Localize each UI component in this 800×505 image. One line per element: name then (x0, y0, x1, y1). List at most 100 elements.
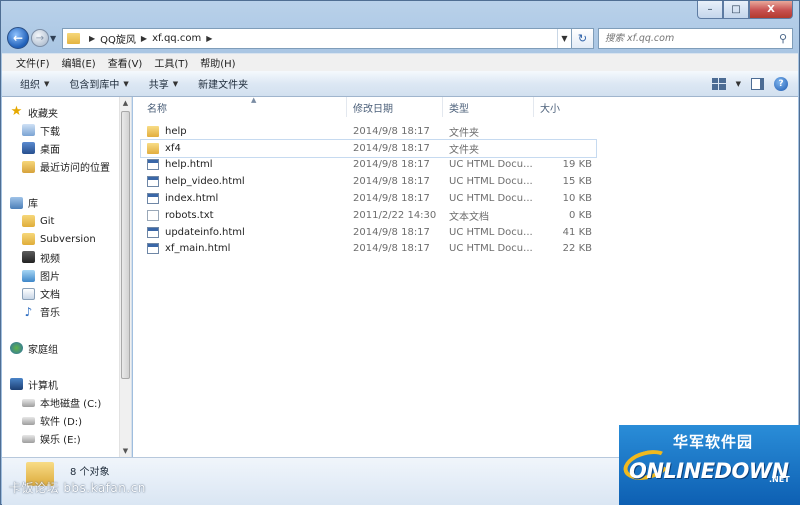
nav-drive-c[interactable]: 本地磁盘 (C:) (2, 393, 120, 411)
refresh-button[interactable]: ↻ (572, 27, 594, 49)
chevron-down-icon: ▼ (44, 79, 50, 88)
column-header-name[interactable]: 名称 (141, 97, 347, 117)
file-row[interactable]: xf_main.html 2014/9/8 18:17 UC HTML Docu..… (141, 241, 596, 258)
column-header-size[interactable]: 大小 (534, 97, 596, 117)
address-history-dropdown[interactable]: ▼ (557, 28, 571, 48)
column-header-date[interactable]: 修改日期 (347, 97, 443, 117)
new-folder-button[interactable]: 新建文件夹 (188, 76, 258, 91)
scrollbar-thumb[interactable] (121, 111, 130, 379)
search-input[interactable] (605, 32, 774, 44)
menu-tools[interactable]: 工具(T) (148, 55, 194, 70)
item-count: 8 个对象 (70, 467, 110, 478)
new-folder-label: 新建文件夹 (198, 80, 249, 91)
nav-label: 最近访问的位置 (40, 163, 110, 175)
nav-label: 软件 (D:) (40, 417, 83, 429)
nav-git[interactable]: Git (2, 212, 120, 230)
search-icon[interactable]: ⚲ (774, 32, 792, 45)
drive-icon (22, 398, 35, 407)
library-icon (10, 196, 23, 209)
html-file-icon (147, 159, 159, 171)
chevron-right-icon[interactable]: ▶ (206, 34, 212, 43)
file-name: robots.txt (165, 209, 214, 221)
file-name: xf4 (165, 142, 181, 154)
file-size: 41 KB (562, 226, 592, 238)
preview-pane-icon[interactable] (751, 77, 764, 90)
file-type: 文件夹 (449, 127, 479, 139)
help-icon[interactable]: ? (774, 76, 788, 91)
file-name: help (165, 125, 187, 137)
nav-label: 娱乐 (E:) (40, 435, 81, 447)
nav-pictures[interactable]: 图片 (2, 267, 120, 285)
nav-label: 收藏夹 (28, 108, 58, 120)
file-name: help.html (165, 159, 213, 171)
document-icon (22, 287, 35, 300)
refresh-icon: ↻ (577, 31, 588, 45)
nav-label: 视频 (40, 253, 60, 265)
nav-documents[interactable]: 文档 (2, 285, 120, 303)
downloads-folder-icon (22, 124, 35, 137)
nav-drive-e[interactable]: 娱乐 (E:) (2, 430, 120, 448)
nav-music[interactable]: ♪ 音乐 (2, 303, 120, 321)
chevron-right-icon[interactable]: ▶ (89, 34, 95, 43)
explorer-window: – □ X ← → ▼ ▶ QQ旋风 ▶ xf.qq.com ▶ ▼ ↻ ⚲ 文… (0, 0, 800, 505)
file-row[interactable]: help.html 2014/9/8 18:17 UC HTML Docu... 19… (141, 157, 596, 174)
file-row[interactable]: help 2014/9/8 18:17 文件夹 (141, 123, 596, 140)
video-icon (22, 251, 35, 264)
file-date: 2014/9/8 18:17 (353, 142, 430, 154)
maximize-button[interactable]: □ (723, 1, 749, 19)
homegroup-icon (10, 342, 23, 355)
breadcrumb-xf-qq-com[interactable]: xf.qq.com (152, 33, 201, 44)
file-name: updateinfo.html (165, 226, 245, 238)
nav-drive-d[interactable]: 软件 (D:) (2, 412, 120, 430)
nav-desktop[interactable]: 桌面 (2, 139, 120, 157)
nav-videos[interactable]: 视频 (2, 248, 120, 266)
menu-file[interactable]: 文件(F) (10, 55, 56, 70)
breadcrumb-qqxuanfeng[interactable]: QQ旋风 (100, 31, 136, 46)
menu-help[interactable]: 帮助(H) (194, 55, 241, 70)
forward-button[interactable]: → (31, 29, 49, 47)
file-size: 15 KB (562, 176, 592, 188)
share-button[interactable]: 共享 ▼ (139, 76, 188, 92)
address-bar[interactable]: ▶ QQ旋风 ▶ xf.qq.com ▶ ▼ (62, 27, 572, 49)
view-options-icon[interactable] (711, 77, 726, 90)
nav-libraries[interactable]: 库 (2, 194, 120, 212)
search-box[interactable]: ⚲ (598, 27, 793, 49)
nav-label: 家庭组 (28, 344, 58, 356)
close-button[interactable]: X (749, 1, 793, 19)
html-file-icon (147, 176, 159, 188)
menu-bar: 文件(F) 编辑(E) 查看(V) 工具(T) 帮助(H) (2, 53, 798, 71)
nav-favorites[interactable]: ★ 收藏夹 (2, 103, 120, 121)
nav-scrollbar[interactable]: ▲ ▼ (119, 97, 131, 457)
nav-homegroup[interactable]: 家庭组 (2, 339, 120, 357)
chevron-right-icon[interactable]: ▶ (141, 34, 147, 43)
file-row[interactable]: xf4 2014/9/8 18:17 文件夹 (140, 138, 597, 158)
html-file-icon (147, 226, 159, 238)
recent-pages-dropdown[interactable]: ▼ (50, 34, 58, 43)
file-size: 19 KB (562, 159, 592, 171)
file-row[interactable]: index.html 2014/9/8 18:17 UC HTML Docu... 1… (141, 190, 596, 207)
nav-downloads[interactable]: 下载 (2, 121, 120, 139)
column-header-type[interactable]: 类型 (443, 97, 534, 117)
nav-recent-places[interactable]: 最近访问的位置 (2, 158, 120, 176)
scroll-down-icon[interactable]: ▼ (120, 445, 131, 457)
scroll-up-icon[interactable]: ▲ (120, 97, 131, 109)
view-dropdown-icon[interactable]: ▼ (736, 80, 741, 88)
nav-subversion[interactable]: Subversion (2, 230, 120, 248)
back-button[interactable]: ← (7, 27, 29, 49)
menu-edit[interactable]: 编辑(E) (56, 55, 102, 70)
include-in-library-button[interactable]: 包含到库中 ▼ (59, 76, 138, 92)
file-row[interactable]: help_video.html 2014/9/8 18:17 UC HTML Doc… (141, 173, 596, 190)
nav-label: 音乐 (40, 308, 60, 320)
logo-cn-text: 华军软件园 (673, 433, 754, 451)
nav-computer[interactable]: 计算机 (2, 375, 120, 393)
caption-buttons: – □ X (697, 1, 793, 19)
organize-button[interactable]: 组织 ▼ (10, 76, 59, 92)
file-row[interactable]: updateinfo.html 2014/9/8 18:17 UC HTML Doc… (141, 224, 596, 241)
file-row[interactable]: robots.txt 2011/2/22 14:30 文本文档 0 KB (141, 207, 596, 224)
file-date: 2014/9/8 18:17 (353, 226, 430, 238)
file-name-cell: help.html (141, 159, 347, 171)
minimize-button[interactable]: – (697, 1, 723, 19)
menu-view[interactable]: 查看(V) (102, 55, 149, 70)
drive-icon (22, 416, 35, 425)
file-type: UC HTML Docu... (449, 243, 533, 255)
